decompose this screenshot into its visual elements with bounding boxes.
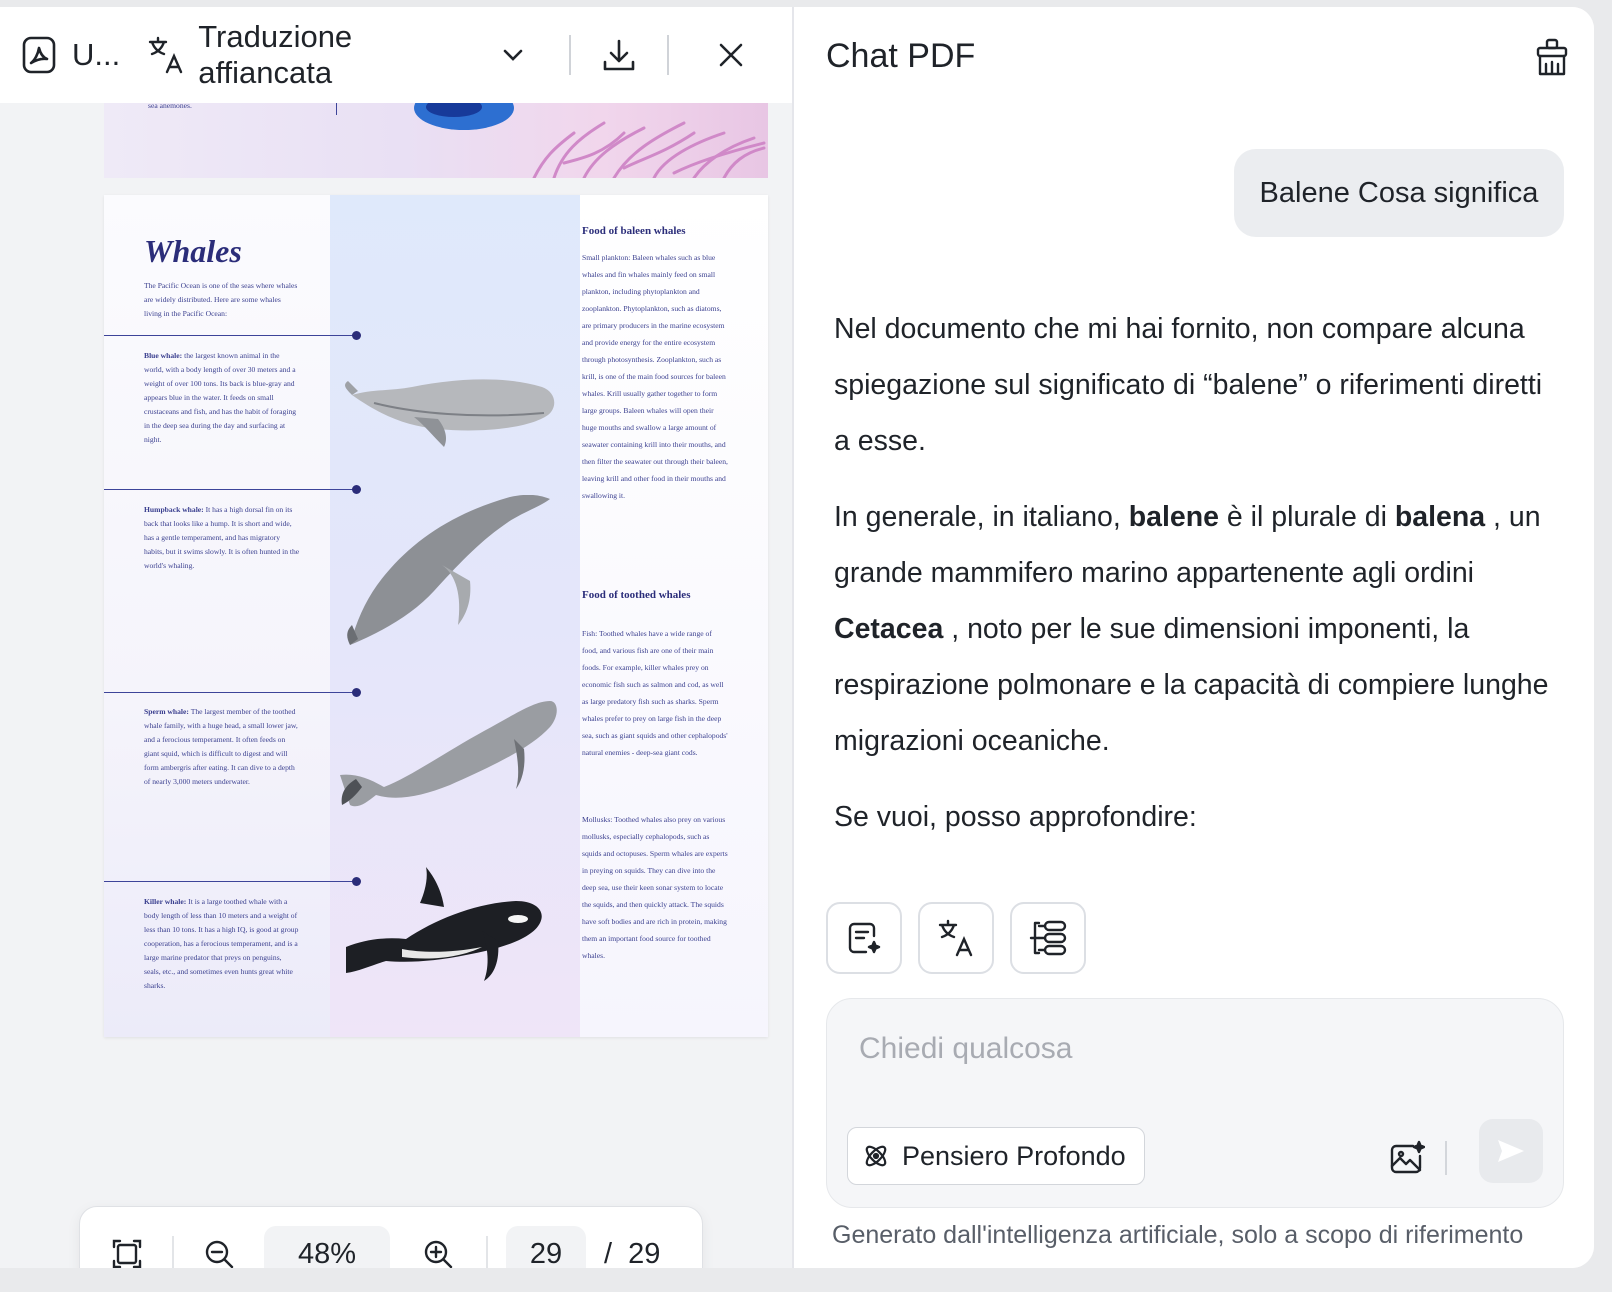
viewer-toolbar: U... Traduzione affiancata xyxy=(0,7,792,103)
image-sparkle-icon xyxy=(1389,1140,1425,1174)
fit-page-button[interactable] xyxy=(82,1224,172,1268)
zoom-pager-bar: 48% 29 / 29 xyxy=(79,1206,703,1268)
chat-panel: Chat PDF Balene Cosa significa Nel docum… xyxy=(792,7,1594,1268)
broom-icon xyxy=(1535,38,1569,76)
mindmap-icon xyxy=(1029,920,1067,956)
page-title: Whales xyxy=(144,233,242,269)
translate-icon xyxy=(938,919,974,957)
answer-paragraph: In generale, in italiano, balene è il pl… xyxy=(834,501,1549,757)
pdf-page: Whales The Pacific Ocean is one of the s… xyxy=(104,195,768,1037)
entry-divider xyxy=(104,692,356,693)
chevron-down-icon xyxy=(503,49,523,61)
close-icon xyxy=(718,42,744,68)
pdf-file-icon xyxy=(22,36,56,74)
quick-actions xyxy=(826,902,1086,974)
clear-chat-button[interactable] xyxy=(1532,37,1572,77)
image-generate-button[interactable] xyxy=(1377,1127,1437,1187)
close-button[interactable] xyxy=(669,25,792,85)
pdf-canvas[interactable]: sea anemones. Whales The Pacific Ocean i… xyxy=(0,103,792,1268)
translate-mode-label: Traduzione affiancata xyxy=(198,19,353,90)
fish-image xyxy=(414,103,514,130)
page-separator: / xyxy=(604,1237,613,1269)
user-message: Balene Cosa significa xyxy=(1234,149,1564,237)
translate-icon xyxy=(148,36,184,74)
pdf-viewer: U... Traduzione affiancata sea anemones.… xyxy=(0,7,792,1268)
zoom-level[interactable]: 48% xyxy=(264,1226,390,1268)
prev-page-divider xyxy=(336,103,337,115)
page-intro: The Pacific Ocean is one of the seas whe… xyxy=(144,281,298,318)
chat-input-box: Pensiero Profondo xyxy=(826,998,1564,1208)
zoom-divider xyxy=(486,1236,488,1268)
entry-sperm-whale: Sperm whale: The largest member of the t… xyxy=(144,707,298,786)
fit-page-icon xyxy=(112,1239,142,1268)
app-window: U... Traduzione affiancata sea anemones.… xyxy=(0,7,1594,1268)
baleen-food-heading: Food of baleen whales xyxy=(582,225,686,237)
humpback-whale-image xyxy=(347,495,550,645)
entry-blue-whale: Blue whale: the largest known animal in … xyxy=(144,351,297,444)
input-divider xyxy=(1445,1141,1447,1175)
chat-input[interactable] xyxy=(859,1023,1519,1075)
killer-whale-image xyxy=(346,867,542,981)
download-icon xyxy=(602,38,636,72)
mindmap-button[interactable] xyxy=(1010,902,1086,974)
send-button[interactable] xyxy=(1479,1119,1543,1183)
translate-button[interactable] xyxy=(918,902,994,974)
entry-humpback-whale: Humpback whale: It has a high dorsal fin… xyxy=(144,505,300,570)
zoom-out-button[interactable] xyxy=(174,1224,264,1268)
atom-icon xyxy=(862,1142,890,1170)
total-pages: 29 xyxy=(628,1237,661,1269)
entry-divider xyxy=(104,489,356,490)
chat-title: Chat PDF xyxy=(826,37,976,75)
summarize-sparkle-icon xyxy=(846,920,882,956)
prev-page-text: sea anemones. xyxy=(148,103,192,110)
entry-divider xyxy=(104,335,356,336)
deep-think-toggle[interactable]: Pensiero Profondo xyxy=(847,1127,1145,1185)
previous-page: sea anemones. xyxy=(104,103,768,178)
assistant-answer: Nel documento che mi hai fornito, non co… xyxy=(834,301,1554,865)
entry-killer-whale: Killer whale: It is a large toothed whal… xyxy=(144,897,299,990)
toothed-food-text: Fish: Toothed whales have a wide range o… xyxy=(582,629,728,757)
answer-paragraph: Nel documento che mi hai fornito, non co… xyxy=(834,313,1543,457)
translate-mode-dropdown[interactable]: Traduzione affiancata xyxy=(148,19,523,91)
timeline-dot xyxy=(352,485,361,494)
coral-image xyxy=(532,121,766,178)
toothed-food-heading: Food of toothed whales xyxy=(582,589,691,601)
mollusks-food-text: Mollusks: Toothed whales also prey on va… xyxy=(582,815,728,960)
entry-divider xyxy=(104,881,356,882)
ai-disclaimer: Generato dall'intelligenza artificiale, … xyxy=(832,1221,1524,1249)
zoom-in-button[interactable] xyxy=(390,1224,486,1268)
document-tab[interactable]: U... xyxy=(22,36,120,74)
sperm-whale-image xyxy=(340,701,557,807)
send-icon xyxy=(1496,1138,1526,1164)
answer-paragraph: Se vuoi, posso approfondire: xyxy=(834,801,1197,833)
zoom-in-icon xyxy=(423,1239,453,1268)
summarize-button[interactable] xyxy=(826,902,902,974)
zoom-out-icon xyxy=(204,1239,234,1268)
blue-whale-image xyxy=(345,379,555,447)
deep-think-label: Pensiero Profondo xyxy=(902,1140,1126,1171)
download-button[interactable] xyxy=(571,25,667,85)
baleen-food-text: Small plankton: Baleen whales such as bl… xyxy=(582,253,728,500)
current-page-input[interactable]: 29 xyxy=(506,1226,586,1268)
timeline-dot xyxy=(352,331,361,340)
document-title: U... xyxy=(72,37,121,72)
